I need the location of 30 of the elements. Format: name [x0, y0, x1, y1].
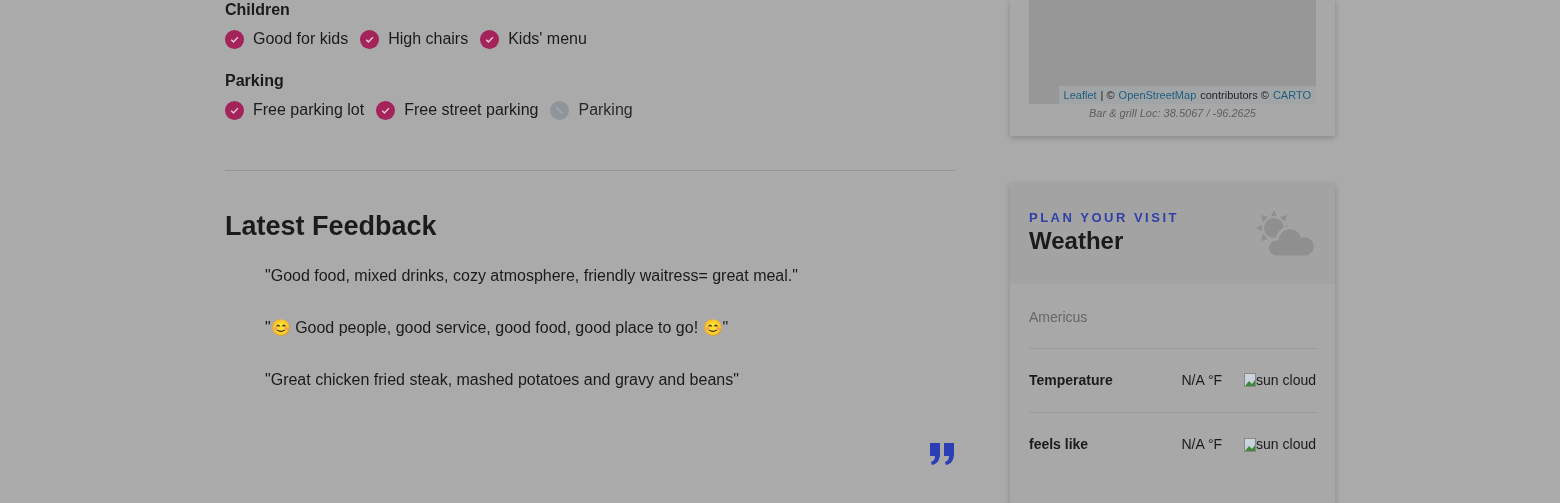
amenity-heading: Parking — [225, 71, 285, 91]
weather-label: Temperature — [1029, 370, 1114, 390]
amenity-label: Good for kids — [253, 29, 349, 49]
amenity-label: Free parking lot — [253, 100, 365, 120]
map-caption: Bar & grill Loc: 38.5067 / -96.2625 — [1088, 106, 1257, 121]
quote-icon — [929, 443, 955, 465]
eyebrow: PLAN YOUR VISIT — [1029, 209, 1179, 226]
weather-title: Weather — [1029, 225, 1125, 256]
attribution-link[interactable]: Leaflet — [1063, 86, 1097, 103]
feedback-quote: "Good food, mixed drinks, cozy atmosphere, friendly waitress= great meal." — [265, 266, 799, 286]
feedback-quote: "😊 Good people, good service, good food, good place to go! 😊" — [265, 318, 730, 338]
attribution-text: | © — [1100, 87, 1115, 103]
amenity-label: Free street parking — [404, 100, 539, 120]
weather-value: N/A °F — [1181, 370, 1223, 390]
amenity-label: Kids' menu — [508, 29, 587, 49]
section-title: Latest Feedback — [225, 210, 438, 243]
image-alt-text: sun cloud — [1256, 370, 1316, 390]
feedback-quote: "Great chicken fried steak, mashed potatoes and gravy and beans" — [265, 370, 740, 390]
amenity-heading: Children — [225, 0, 291, 20]
attribution-link[interactable]: OpenStreetMap — [1118, 86, 1197, 103]
weather-label: feels like — [1029, 435, 1090, 455]
broken-image-icon — [1244, 437, 1257, 452]
broken-image-icon — [1244, 373, 1257, 388]
image-alt-text: sun cloud — [1256, 435, 1316, 455]
city-name: Americus — [1029, 306, 1316, 349]
amenity-label: High chairs — [388, 29, 469, 49]
attribution-text: contributors © — [1200, 87, 1269, 103]
weather-value: N/A °F — [1181, 435, 1223, 455]
attribution-link[interactable]: CARTO — [1272, 86, 1311, 103]
amenity-label: Parking — [578, 100, 633, 120]
